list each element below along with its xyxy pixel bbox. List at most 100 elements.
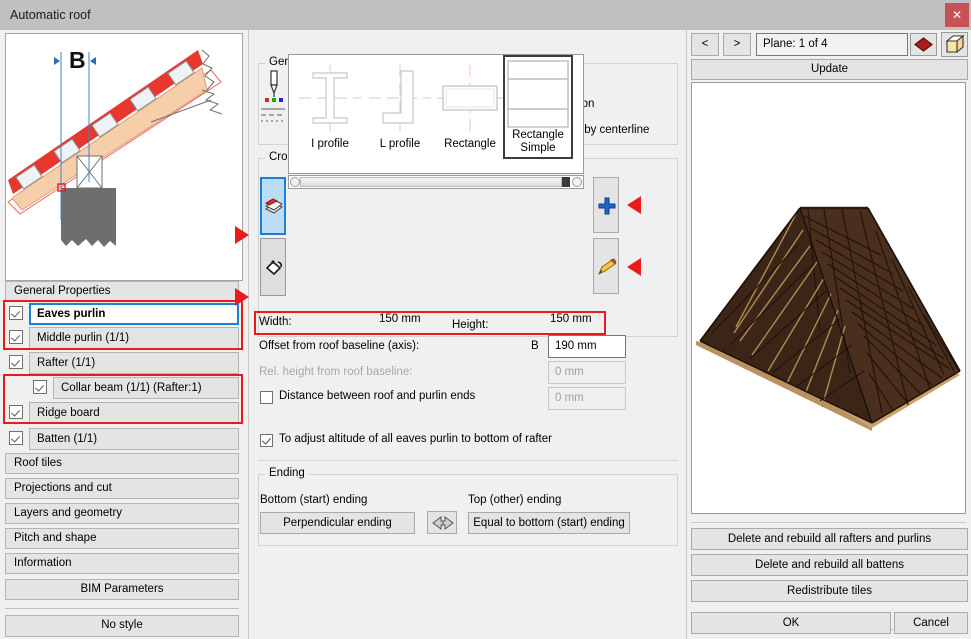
sidebar-item-projections-and-cut[interactable]: Projections and cut — [5, 478, 239, 499]
offset-badge: B — [531, 340, 539, 352]
checkbox-batten[interactable] — [9, 431, 23, 445]
edit-pencil-icon — [597, 258, 617, 279]
sidebar-header-label: General Properties — [14, 282, 111, 301]
sidebar-item-layers-and-geometry[interactable]: Layers and geometry — [5, 503, 239, 524]
sidebar-item-eaves-purlin[interactable]: Eaves purlin — [5, 303, 239, 326]
redistribute-tiles-button[interactable]: Redistribute tiles — [691, 580, 968, 602]
bim-parameters-button[interactable]: BIM Parameters — [5, 579, 239, 600]
sidebar-item-ridge-board[interactable]: Ridge board — [5, 402, 239, 425]
sidebar-item-label: Middle purlin (1/1) — [29, 327, 239, 349]
profile-label: Rectangle Simple — [505, 129, 571, 155]
material-diamond-icon — [914, 37, 933, 55]
previous-plane-button[interactable]: < — [691, 33, 719, 56]
delete-rebuild-rafters-button[interactable]: Delete and rebuild all rafters and purli… — [691, 528, 968, 550]
checkbox-rafter[interactable] — [9, 355, 23, 369]
offset-input[interactable]: 190 mm — [548, 335, 626, 358]
pointer-triangle-edit — [627, 258, 641, 276]
profile-option-l-profile[interactable]: L profile — [365, 57, 435, 155]
ok-label: OK — [783, 617, 800, 629]
offset-label: Offset from roof baseline (axis): — [259, 340, 419, 352]
left-panel: B General Properties Eaves purlin Middle… — [0, 30, 248, 639]
preview-2d-section[interactable]: B — [5, 33, 243, 281]
scrollbar-track[interactable] — [300, 177, 562, 187]
no-style-label: No style — [6, 616, 238, 635]
delete-rebuild-battens-button[interactable]: Delete and rebuild all battens — [691, 554, 968, 576]
profile-list-scrollbar[interactable] — [288, 175, 584, 189]
center-panel: General properties — [248, 30, 687, 639]
sidebar-item-pitch-and-shape[interactable]: Pitch and shape — [5, 528, 239, 549]
sidebar-header-general-properties[interactable]: General Properties — [5, 281, 239, 302]
profile-option-rectangle-simple[interactable]: Rectangle Simple — [503, 55, 573, 159]
plane-text: Plane: 1 of 4 — [763, 38, 828, 50]
material-button[interactable] — [910, 33, 937, 56]
cross-section-tab-material[interactable] — [260, 238, 286, 296]
sidebar-item-label: Layers and geometry — [14, 504, 122, 523]
sidebar-item-label: Projections and cut — [14, 479, 112, 498]
bottom-ending-value: Perpendicular ending — [283, 517, 392, 529]
checkbox-label: Distance between roof and purlin ends — [279, 390, 475, 402]
sidebar-item-label: Ridge board — [29, 402, 239, 424]
offset-value: 190 mm — [555, 340, 597, 352]
rel-height-input: 0 mm — [548, 361, 626, 384]
sidebar-item-label: Batten (1/1) — [29, 428, 239, 450]
rectangle-simple-profile-icon — [505, 59, 571, 129]
right-panel: < > Plane: 1 of 4 Update — [686, 30, 971, 639]
cancel-button[interactable]: Cancel — [894, 612, 968, 634]
checkbox-collar-beam[interactable] — [33, 380, 47, 394]
ending-group: Ending — [258, 474, 678, 546]
right-divider — [691, 522, 966, 523]
profile-label: Rectangle — [435, 138, 505, 151]
roof-3d-render — [692, 83, 965, 513]
svg-text:B: B — [69, 47, 86, 73]
checkbox-middle-purlin[interactable] — [9, 330, 23, 344]
profile-option-rectangle[interactable]: Rectangle — [435, 57, 505, 155]
cancel-label: Cancel — [913, 617, 949, 629]
next-plane-button[interactable]: > — [723, 33, 751, 56]
no-style-button[interactable]: No style — [5, 615, 239, 637]
i-profile-icon — [295, 59, 365, 137]
edit-profile-button[interactable] — [593, 238, 619, 294]
sidebar-divider — [5, 608, 239, 609]
sidebar-item-roof-tiles[interactable]: Roof tiles — [5, 453, 239, 474]
window-title: Automatic roof — [10, 8, 91, 22]
add-profile-button[interactable] — [593, 177, 619, 233]
sidebar-item-information[interactable]: Information — [5, 553, 239, 574]
profile-label: L profile — [365, 138, 435, 151]
bottom-ending-label: Bottom (start) ending — [260, 494, 367, 506]
checkbox-ridge-board[interactable] — [9, 405, 23, 419]
sidebar-item-middle-purlin[interactable]: Middle purlin (1/1) — [5, 327, 239, 350]
close-icon[interactable]: ✕ — [945, 3, 969, 27]
preview-3d-viewport[interactable] — [691, 82, 966, 514]
sidebar-item-label: Collar beam (1/1) (Rafter:1) — [53, 377, 239, 399]
bottom-ending-button[interactable]: Perpendicular ending — [260, 512, 415, 534]
scrollbar-right-button[interactable] — [572, 177, 582, 187]
profile-option-i-profile[interactable]: I profile — [295, 57, 365, 155]
checkbox-eaves-purlin[interactable] — [9, 306, 23, 320]
sidebar-item-rafter[interactable]: Rafter (1/1) — [5, 352, 239, 375]
pointer-triangle-add — [627, 196, 641, 214]
cross-section-profile-list[interactable]: I profile L profile Rectangle — [288, 54, 584, 174]
sidebar-item-batten[interactable]: Batten (1/1) — [5, 428, 239, 451]
height-label: Height: — [452, 319, 488, 331]
l-profile-icon — [365, 59, 435, 137]
line-style-icon[interactable] — [261, 106, 285, 129]
swap-endings-button[interactable] — [427, 511, 457, 534]
delete-rebuild-rafters-label: Delete and rebuild all rafters and purli… — [728, 533, 931, 545]
scrollbar-thumb[interactable] — [562, 177, 570, 187]
redistribute-tiles-label: Redistribute tiles — [787, 585, 872, 597]
sidebar-item-collar-beam[interactable]: Collar beam (1/1) (Rafter:1) — [5, 377, 239, 400]
paint-bucket-icon — [264, 257, 284, 280]
top-ending-value: Equal to bottom (start) ending — [473, 517, 625, 529]
ok-button[interactable]: OK — [691, 612, 891, 634]
library-icon — [264, 197, 284, 220]
cross-section-tab-library[interactable] — [260, 177, 286, 235]
view-3d-button[interactable] — [941, 32, 968, 57]
delete-rebuild-battens-label: Delete and rebuild all battens — [755, 559, 904, 571]
height-value: 150 mm — [550, 313, 592, 325]
scrollbar-left-button[interactable] — [290, 177, 300, 187]
update-button[interactable]: Update — [691, 59, 968, 80]
next-plane-label: > — [734, 38, 741, 50]
sidebar-item-label: Roof tiles — [14, 454, 62, 473]
top-ending-button[interactable]: Equal to bottom (start) ending — [468, 512, 630, 534]
plane-indicator[interactable]: Plane: 1 of 4 — [756, 33, 908, 56]
